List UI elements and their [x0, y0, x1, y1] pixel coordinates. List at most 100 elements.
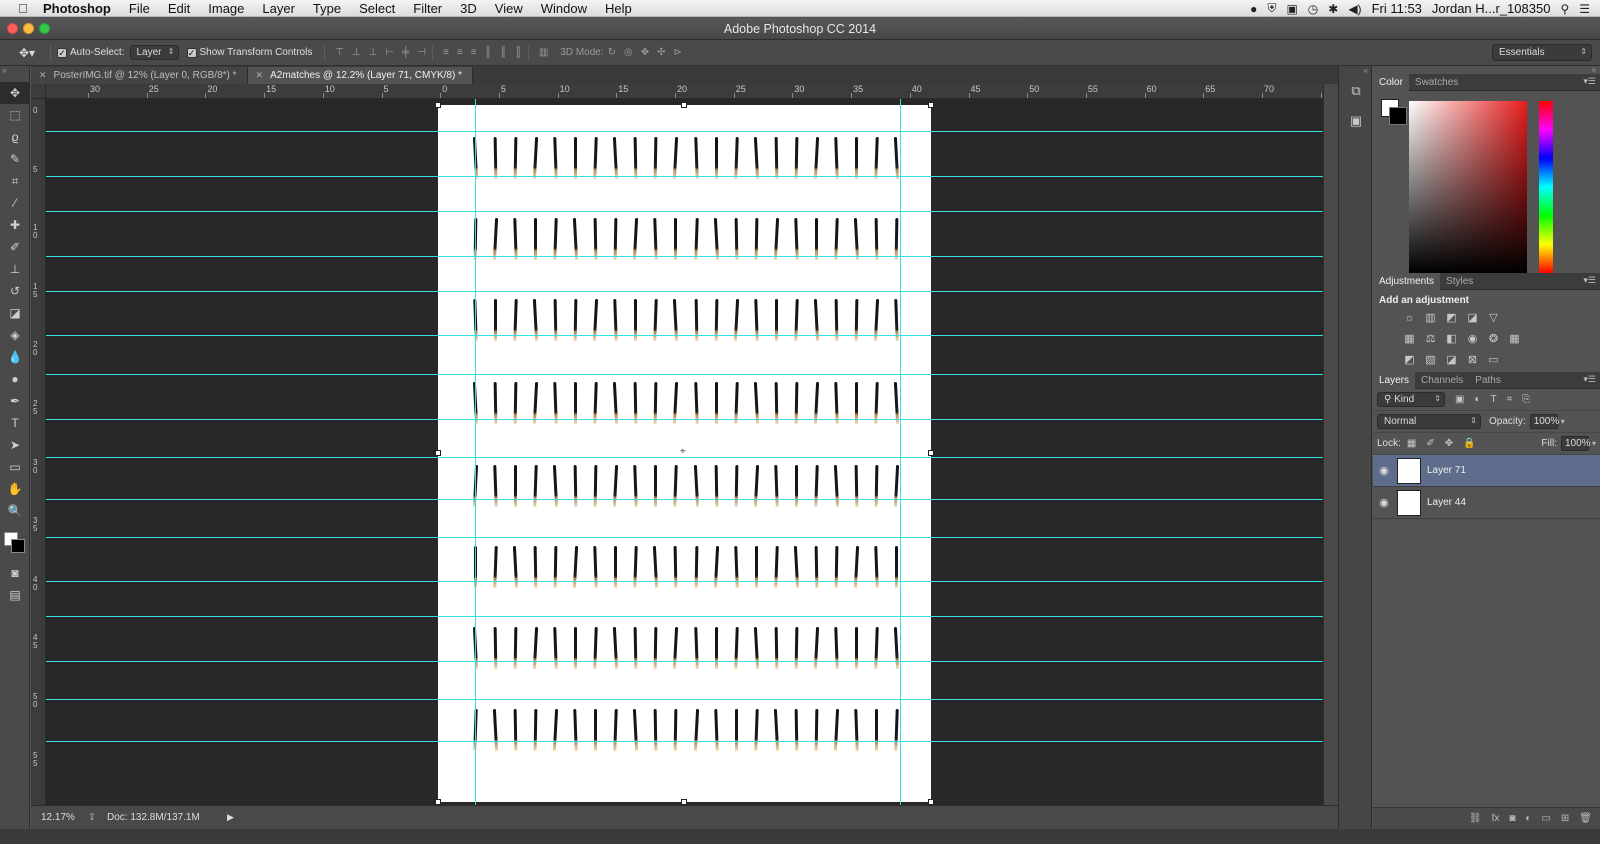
menu-file[interactable]: File: [120, 0, 159, 17]
horizontal-ruler[interactable]: 3025201510505101520253035404550556065707: [46, 84, 1323, 99]
black-white-icon[interactable]: ◧: [1445, 332, 1458, 345]
threshold-icon[interactable]: ◪: [1445, 353, 1458, 366]
lock-pixels-icon[interactable]: ✐: [1426, 438, 1434, 449]
3d-rotate-icon[interactable]: ↻: [608, 47, 616, 58]
curves-icon[interactable]: ◩: [1445, 311, 1458, 324]
type-tool-icon[interactable]: T: [0, 412, 30, 434]
menu-3d[interactable]: 3D: [451, 0, 486, 17]
dodge-tool-icon[interactable]: ●: [0, 368, 30, 390]
history-panel-icon[interactable]: ⧉: [1339, 76, 1373, 106]
photo-filter-icon[interactable]: ◉: [1466, 332, 1479, 345]
eraser-tool-icon[interactable]: ◪: [0, 302, 30, 324]
spotlight-search-icon[interactable]: ⚲: [1560, 2, 1569, 16]
brightness-contrast-icon[interactable]: ☼: [1403, 311, 1416, 324]
menu-app-photoshop[interactable]: Photoshop: [34, 0, 120, 17]
apple-icon[interactable]: : [12, 1, 34, 16]
bluetooth-icon[interactable]: ✱: [1328, 2, 1338, 16]
delete-layer-icon[interactable]: 🗑: [1579, 813, 1592, 824]
horizontal-guide[interactable]: [46, 291, 1323, 292]
tab-channels[interactable]: Channels: [1415, 372, 1469, 389]
menu-help[interactable]: Help: [596, 0, 641, 17]
vibrance-icon[interactable]: ▽: [1487, 311, 1500, 324]
tab-adjustments[interactable]: Adjustments: [1373, 272, 1441, 290]
align-left-icon[interactable]: ⊢: [385, 47, 394, 58]
opacity-field[interactable]: 100%: [1529, 414, 1559, 429]
panel-menu-icon[interactable]: ▾☰: [1583, 374, 1596, 385]
horizontal-guide[interactable]: [46, 131, 1323, 132]
link-layers-icon[interactable]: ⛓: [1469, 813, 1482, 824]
layer-name[interactable]: Layer 44: [1427, 497, 1466, 508]
horizontal-guide[interactable]: [46, 419, 1323, 420]
layer-style-icon[interactable]: fx: [1492, 813, 1500, 824]
notification-icon[interactable]: ●: [1250, 2, 1257, 16]
panel-menu-icon[interactable]: ▾☰: [1583, 275, 1596, 286]
opacity-dropdown-icon[interactable]: ▾: [1561, 417, 1565, 426]
share-icon[interactable]: ⇪: [77, 812, 107, 823]
vertical-guide[interactable]: [475, 99, 476, 805]
transform-handle[interactable]: [435, 450, 441, 456]
color-lookup-icon[interactable]: ▦: [1508, 332, 1521, 345]
crop-tool-icon[interactable]: ⌗: [0, 170, 30, 192]
menu-window[interactable]: Window: [532, 0, 596, 17]
layer-row-layer-44[interactable]: ◉ Layer 44: [1373, 487, 1600, 519]
channel-mixer-icon[interactable]: ❂: [1487, 332, 1500, 345]
time-machine-icon[interactable]: ◷: [1308, 2, 1318, 16]
horizontal-guide[interactable]: [46, 457, 1323, 458]
tab-paths[interactable]: Paths: [1469, 372, 1507, 389]
notification-center-icon[interactable]: ☰: [1579, 2, 1590, 16]
filter-pixel-icon[interactable]: ▣: [1455, 394, 1464, 405]
close-tab-icon[interactable]: ✕: [39, 70, 47, 81]
window-zoom-button[interactable]: [39, 23, 50, 34]
zoom-level[interactable]: 12.17%: [31, 812, 77, 823]
filter-kind-dropdown[interactable]: ⚲ Kind: [1377, 392, 1445, 407]
distribute-bottom-icon[interactable]: ≡: [471, 47, 477, 58]
dock-collapse-icon[interactable]: «: [1339, 66, 1371, 76]
3d-roll-icon[interactable]: ◎: [624, 47, 633, 58]
menu-layer[interactable]: Layer: [253, 0, 304, 17]
horizontal-guide[interactable]: [46, 661, 1323, 662]
transform-handle[interactable]: [435, 102, 441, 108]
pen-tool-icon[interactable]: ✒: [0, 390, 30, 412]
hue-slider[interactable]: [1539, 101, 1553, 273]
blur-tool-icon[interactable]: 💧: [0, 346, 30, 368]
align-top-icon[interactable]: ⊤: [335, 47, 344, 58]
horizontal-guide[interactable]: [46, 211, 1323, 212]
distribute-right-icon[interactable]: ║: [515, 47, 522, 58]
align-bottom-icon[interactable]: ⊥: [369, 47, 378, 58]
horizontal-guide[interactable]: [46, 374, 1323, 375]
add-mask-icon[interactable]: ◙: [1509, 813, 1515, 824]
align-right-icon[interactable]: ⊣: [417, 47, 426, 58]
selective-color-icon[interactable]: ⊠: [1466, 353, 1479, 366]
exposure-icon[interactable]: ◪: [1466, 311, 1479, 324]
tab-a2matches[interactable]: ✕ A2matches @ 12.2% (Layer 71, CMYK/8) *: [247, 67, 473, 84]
horizontal-guide[interactable]: [46, 699, 1323, 700]
menu-select[interactable]: Select: [350, 0, 404, 17]
show-transform-controls-checkbox[interactable]: ✓ Show Transform Controls: [186, 47, 312, 58]
background-color-swatch[interactable]: [11, 539, 25, 553]
vertical-ruler[interactable]: 0 5 10 15 20 25 30 35 40 45 50 55: [31, 99, 46, 805]
vertical-scrollbar[interactable]: [1323, 84, 1338, 805]
filter-adjustment-icon[interactable]: ◐: [1474, 394, 1480, 405]
shield-icon[interactable]: ⛨: [1267, 1, 1276, 16]
auto-select-dropdown[interactable]: Layer: [130, 45, 179, 60]
panel-menu-icon[interactable]: ▾☰: [1583, 76, 1596, 87]
menu-image[interactable]: Image: [199, 0, 253, 17]
horizontal-guide[interactable]: [46, 537, 1323, 538]
align-hcenter-icon[interactable]: ╪: [402, 47, 409, 58]
quick-selection-tool-icon[interactable]: ✎: [0, 148, 30, 170]
fill-field[interactable]: 100%: [1560, 436, 1591, 451]
levels-icon[interactable]: ▥: [1424, 311, 1437, 324]
tab-color[interactable]: Color: [1373, 73, 1409, 91]
distribute-vcenter-icon[interactable]: ≡: [457, 47, 463, 58]
menubar-clock[interactable]: Fri 11:53: [1372, 1, 1422, 16]
rectangle-tool-icon[interactable]: ▭: [0, 456, 30, 478]
vertical-guide[interactable]: [900, 99, 901, 805]
window-minimize-button[interactable]: [23, 23, 34, 34]
properties-panel-icon[interactable]: ▣: [1339, 106, 1373, 136]
horizontal-guide[interactable]: [46, 176, 1323, 177]
volume-icon[interactable]: ◀): [1348, 2, 1361, 16]
screen-mode-icon[interactable]: ▤: [0, 584, 30, 606]
layer-row-layer-71[interactable]: ◉ Layer 71: [1373, 455, 1600, 487]
visibility-eye-icon[interactable]: ◉: [1373, 496, 1395, 509]
close-tab-icon[interactable]: ✕: [256, 70, 264, 81]
